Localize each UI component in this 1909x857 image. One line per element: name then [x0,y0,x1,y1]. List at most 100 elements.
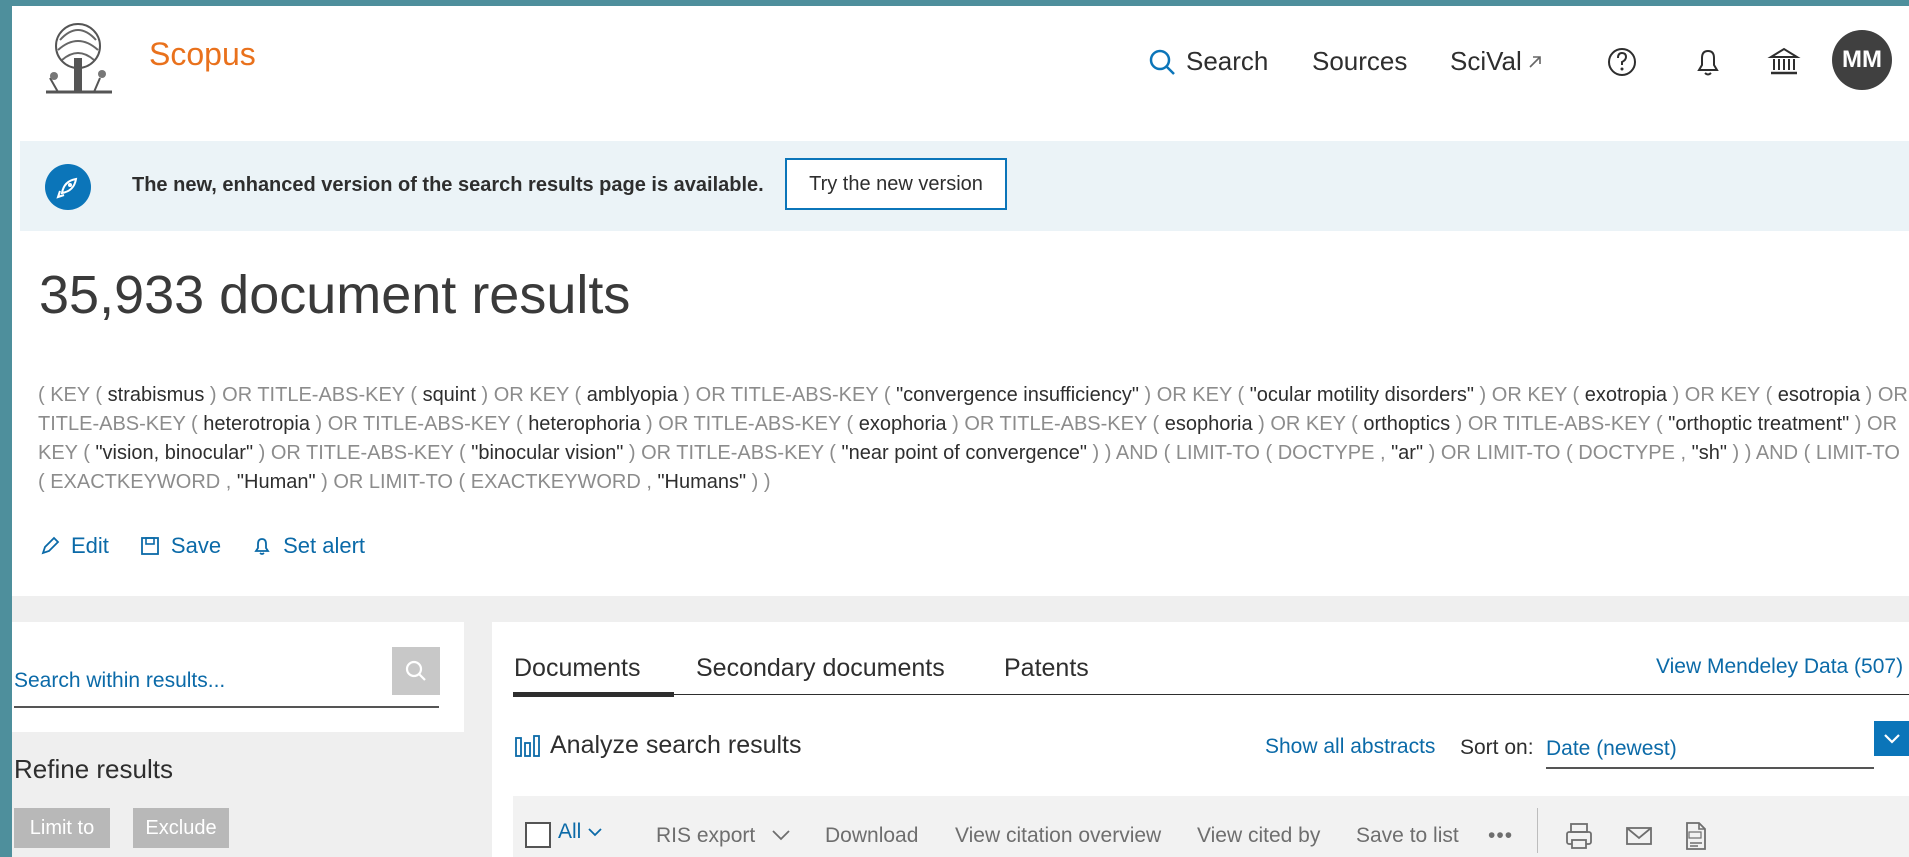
more-options-button[interactable]: ••• [1488,824,1513,848]
external-link-icon [1529,55,1541,68]
bell-icon[interactable] [1690,44,1726,80]
query-operator: ) OR TITLE-ABS-KEY ( [1450,413,1669,435]
query-operator: ) OR KEY ( [1252,413,1364,435]
results-count-title: 35,933 document results [39,265,631,325]
view-cited-by-button[interactable]: View cited by [1197,824,1320,848]
brand-name[interactable]: Scopus [149,36,256,73]
analyze-search-results-link[interactable]: Analyze search results [514,731,802,760]
sort-select[interactable]: Date (newest) [1546,733,1874,769]
chevron-down-icon [588,828,602,837]
bar-chart-icon [515,734,540,757]
pdf-icon[interactable] [1679,820,1711,852]
tab-documents[interactable]: Documents [514,654,640,683]
query-operator: ( KEY ( [38,384,108,406]
page-frame: Scopus Search Sources SciVal MM The new,… [12,6,1909,857]
nav-scival-label: SciVal [1450,46,1522,76]
query-term: heterophoria [528,413,641,435]
save-icon [141,537,159,555]
save-label: Save [170,533,222,558]
pencil-icon [41,536,60,555]
select-all-dropdown[interactable]: All [558,820,603,844]
banner-message: The new, enhanced version of the search … [132,174,764,196]
bell-icon [254,538,270,555]
query-operator: ) OR LIMIT-TO ( EXACTKEYWORD , [315,471,658,493]
show-all-abstracts-link[interactable]: Show all abstracts [1265,735,1435,759]
query-operator: ) OR TITLE-ABS-KEY ( [640,413,859,435]
view-mendeley-data-link[interactable]: View Mendeley Data (507) [1656,655,1903,679]
new-version-banner: The new, enhanced version of the search … [20,141,1909,231]
set-alert-button[interactable]: Set alert [251,533,365,559]
query-term: "ar" [1391,442,1424,464]
nav-scival[interactable]: SciVal [1450,46,1544,77]
query-operator: ) OR LIMIT-TO ( DOCTYPE , [1423,442,1692,464]
rocket-icon [45,164,91,210]
query-term: amblyopia [586,384,678,406]
select-all-checkbox[interactable] [525,822,551,848]
query-term: esophoria [1164,413,1253,435]
query-term: exotropia [1584,384,1668,406]
ris-export-button[interactable]: RIS export [656,824,791,848]
tabs-divider [513,694,1909,695]
query-operator: ) OR KEY ( [1138,384,1250,406]
elsevier-logo[interactable] [38,20,120,98]
query-actions: Edit Save Set alert [39,533,365,559]
sort-on-label: Sort on: [1460,736,1534,759]
all-label: All [558,820,582,843]
query-operator: ) OR TITLE-ABS-KEY ( [309,413,529,435]
query-term: orthoptics [1363,413,1451,435]
search-icon [1149,49,1175,75]
nav-search[interactable]: Search [1148,46,1268,77]
help-icon[interactable] [1604,44,1640,80]
download-button[interactable]: Download [825,824,918,848]
edit-query-button[interactable]: Edit [39,533,109,559]
query-term: "vision, binocular" [95,442,254,464]
chevron-down-icon[interactable] [1874,721,1909,756]
search-query-string: ( KEY ( strabismus ) OR TITLE-ABS-KEY ( … [38,381,1908,497]
institution-icon[interactable] [1766,44,1802,80]
query-term: "Humans" [657,471,747,493]
top-header: Scopus Search Sources SciVal MM [12,6,1909,141]
save-query-button[interactable]: Save [139,533,221,559]
query-operator: ) OR TITLE-ABS-KEY ( [204,384,423,406]
query-term: "Human" [236,471,316,493]
query-term: strabismus [107,384,205,406]
search-icon [405,660,426,681]
query-term: "sh" [1691,442,1727,464]
nav-sources[interactable]: Sources [1312,46,1407,77]
query-term: "ocular motility disorders" [1249,384,1474,406]
exclude-button[interactable]: Exclude [133,808,229,848]
print-icon[interactable] [1563,820,1595,852]
save-to-list-button[interactable]: Save to list [1356,824,1459,848]
try-new-version-button[interactable]: Try the new version [785,158,1007,210]
search-within-button[interactable] [392,647,440,695]
set-alert-label: Set alert [283,533,366,558]
query-term: "convergence insufficiency" [896,384,1139,406]
chevron-down-icon [772,830,790,841]
search-within-input[interactable] [14,656,439,708]
limit-to-button[interactable]: Limit to [14,808,110,848]
tab-patents[interactable]: Patents [1004,654,1089,683]
query-operator: ) OR TITLE-ABS-KEY ( [253,442,472,464]
query-operator: ) OR TITLE-ABS-KEY ( [677,384,897,406]
edit-label: Edit [71,533,109,558]
ris-export-label: RIS export [656,824,756,847]
refine-results-heading: Refine results [14,754,173,784]
query-term: exophoria [858,413,947,435]
view-citation-overview-button[interactable]: View citation overview [955,824,1161,848]
query-operator: ) OR TITLE-ABS-KEY ( [946,413,1165,435]
query-operator: ) OR KEY ( [1667,384,1778,406]
email-icon[interactable] [1623,820,1655,852]
query-operator: ) OR TITLE-ABS-KEY ( [623,442,842,464]
results-toolbar: All RIS export Download View citation ov… [513,796,1909,857]
tab-secondary-documents[interactable]: Secondary documents [696,654,945,683]
query-operator: ) ) [746,471,771,493]
query-operator: ) OR KEY ( [475,384,587,406]
query-term: "orthoptic treatment" [1668,413,1850,435]
query-term: heterotropia [203,413,310,435]
user-avatar[interactable]: MM [1832,30,1892,90]
query-term: esotropia [1777,384,1861,406]
analyze-label: Analyze search results [550,731,802,759]
toolbar-divider [1537,808,1538,853]
nav-search-label: Search [1186,46,1269,76]
query-operator: ) OR KEY ( [1473,384,1585,406]
